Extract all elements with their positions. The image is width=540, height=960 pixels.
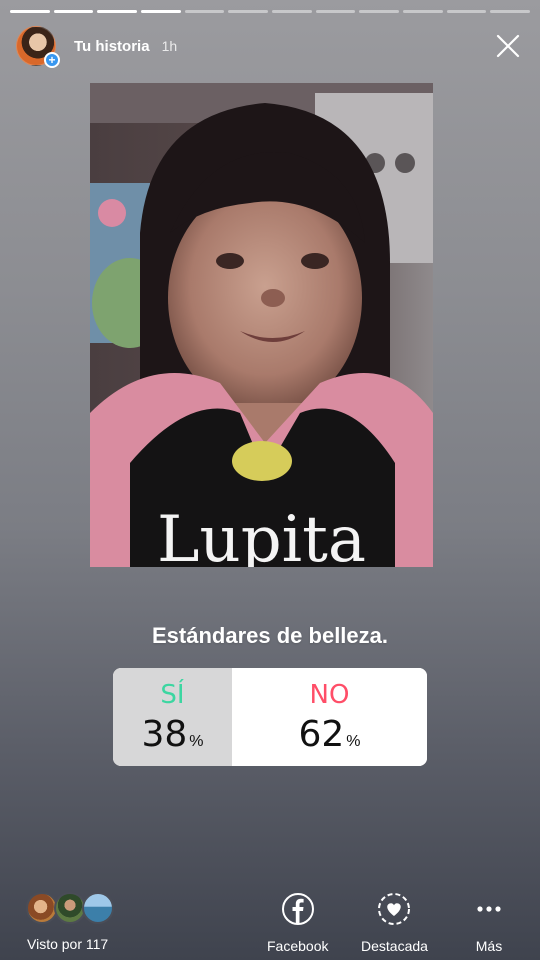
- progress-segment: [272, 10, 312, 13]
- poll-option-label: NO: [309, 680, 350, 710]
- poll-sticker[interactable]: SÍ 38 % NO 62 %: [113, 668, 427, 766]
- progress-segment: [403, 10, 443, 13]
- poll-option-result: 38 %: [141, 716, 203, 754]
- progress-segment: [53, 10, 94, 13]
- poll-percent-value: 38: [141, 714, 188, 755]
- viewer-avatar[interactable]: [82, 892, 114, 924]
- action-label: Destacada: [361, 938, 428, 954]
- more-dots-icon: [477, 906, 501, 912]
- story-header: + Tu historia 1h: [16, 24, 524, 68]
- progress-segment: [446, 10, 487, 13]
- add-story-badge[interactable]: +: [44, 52, 60, 68]
- facebook-icon: [281, 893, 314, 925]
- poll-option-label: SÍ: [160, 680, 185, 710]
- avatar[interactable]: +: [16, 26, 60, 68]
- highlight-button[interactable]: Destacada: [361, 892, 428, 954]
- progress-segment: [97, 10, 138, 13]
- progress-segment: [10, 10, 50, 13]
- story-owner-name[interactable]: Tu historia: [74, 38, 150, 55]
- viewers-avatars[interactable]: [26, 892, 126, 926]
- child-portrait-image: Lupita: [90, 83, 433, 567]
- progress-segment: [490, 10, 531, 13]
- shirt-text: Lupita: [157, 503, 366, 567]
- poll-question: Estándares de belleza.: [152, 623, 388, 648]
- story-progress-bar: [10, 10, 531, 13]
- story-timestamp: 1h: [161, 38, 178, 54]
- viewers-count-label[interactable]: Visto por 117: [27, 936, 108, 952]
- action-label: Facebook: [267, 938, 329, 954]
- highlight-heart-icon: [378, 893, 411, 925]
- close-icon[interactable]: [494, 32, 522, 60]
- more-button[interactable]: Más: [472, 892, 506, 954]
- story-photo: Lupita: [90, 83, 433, 567]
- action-label: Más: [475, 938, 503, 954]
- story-footer: Visto por 117 Facebook Destacada Más: [0, 888, 540, 960]
- progress-segment: [228, 10, 269, 13]
- poll-percent-value: 62: [298, 714, 345, 755]
- progress-segment: [184, 10, 225, 13]
- poll-percent-sign: %: [346, 733, 361, 750]
- poll-percent-sign: %: [189, 733, 204, 750]
- progress-segment: [315, 10, 356, 13]
- poll-option-yes[interactable]: SÍ 38 %: [113, 668, 232, 766]
- progress-segment: [141, 10, 181, 13]
- progress-segment: [359, 10, 400, 13]
- poll-option-result: 62 %: [298, 716, 360, 754]
- share-facebook-button[interactable]: Facebook: [267, 892, 328, 954]
- poll-option-no[interactable]: NO 62 %: [232, 668, 427, 766]
